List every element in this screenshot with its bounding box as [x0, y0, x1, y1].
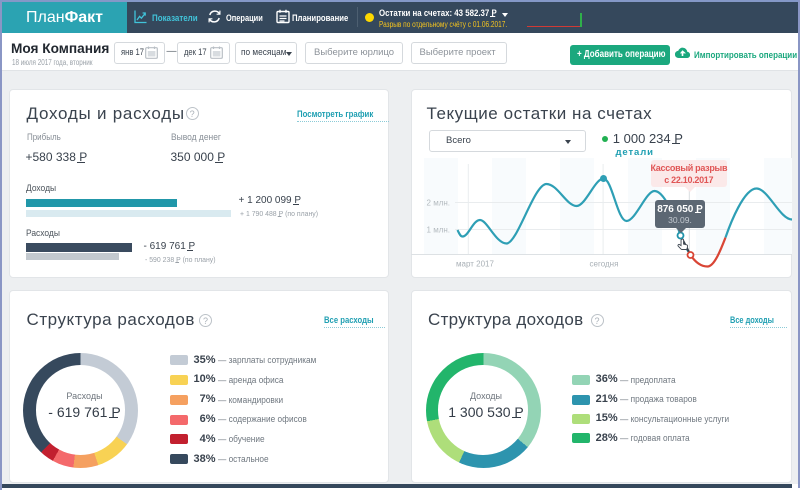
- svg-text:2 млн.: 2 млн.: [426, 199, 449, 208]
- svg-text:1 млн.: 1 млн.: [426, 226, 449, 235]
- svg-text:сегодня: сегодня: [589, 260, 618, 269]
- svg-text:март 2017: март 2017: [456, 260, 494, 269]
